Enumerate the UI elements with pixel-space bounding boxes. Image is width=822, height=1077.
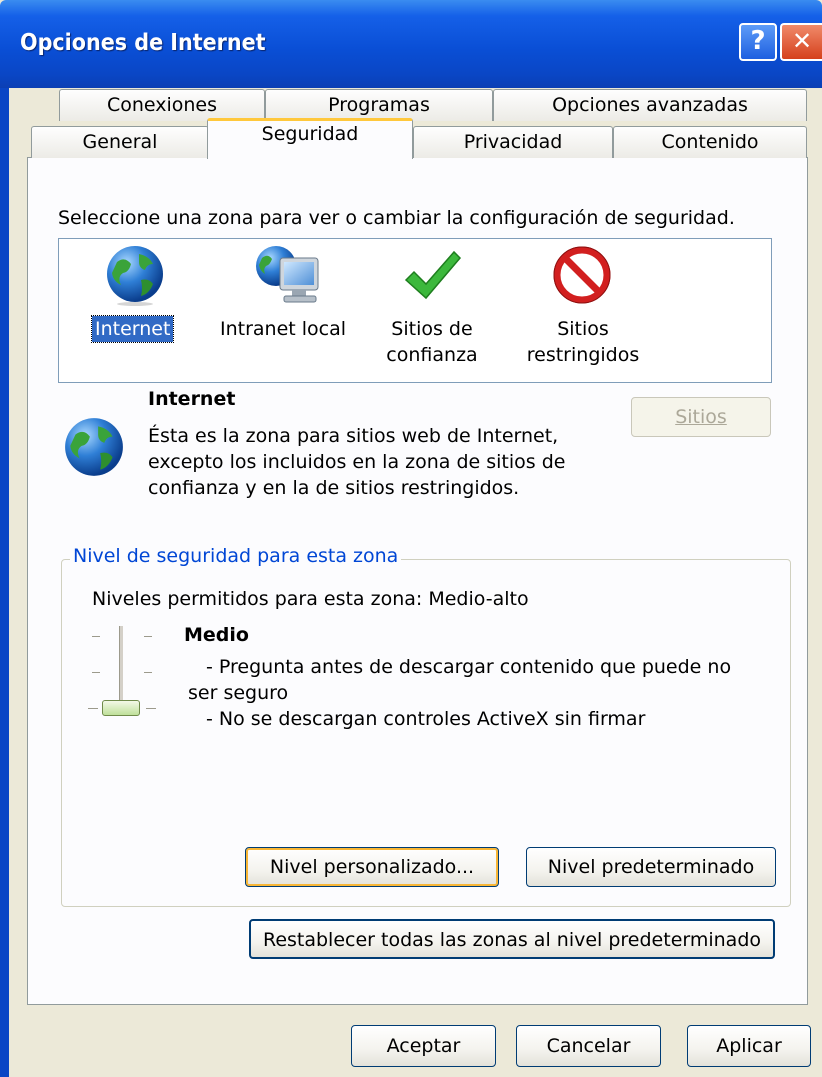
slider-thumb[interactable] [102,700,140,716]
level-bullet-2: - No se descargan controles ActiveX sin … [206,708,646,730]
apply-label: Aplicar [716,1035,782,1057]
zone-sitios-confianza[interactable]: Sitios de confianza [372,244,492,374]
help-button[interactable]: ? [739,23,777,61]
cancel-button[interactable]: Cancelar [516,1025,661,1067]
selected-zone-desc-1: Ésta es la zona para sitios web de Inter… [148,425,559,447]
zone-instruction: Seleccione una zona para ver o cambiar l… [58,207,735,229]
zone-label-restringidos-2: restringidos [526,344,640,366]
slider-tick [92,672,100,673]
zone-label-confianza-2: confianza [386,344,478,366]
default-level-label: Nivel predeterminado [547,856,755,878]
selected-zone-title: Internet [148,388,236,410]
apply-button[interactable]: Aplicar [687,1025,811,1067]
tab-label: Opciones avanzadas [552,94,748,116]
level-bullet-1a: - Pregunta antes de descargar contenido … [206,656,732,678]
reset-all-zones-label: Restablecer todas las zonas al nivel pre… [262,929,762,951]
window-border [0,88,9,1077]
selected-zone-desc-3: confianza y en la de sitios restringidos… [148,477,520,499]
selected-zone-desc-2: excepto los incluidos en la zona de siti… [148,451,566,473]
window-title: Opciones de Internet [20,30,266,56]
tab-opciones-avanzadas[interactable]: Opciones avanzadas [493,89,807,121]
intranet-icon [256,246,319,303]
checkmark-icon [404,250,462,300]
zone-label-intranet: Intranet local [220,318,347,340]
zone-label-restringidos-1: Sitios [557,318,609,340]
default-level-button[interactable]: Nivel predeterminado [526,847,776,887]
tab-programas[interactable]: Programas [265,89,493,121]
close-button[interactable]: ✕ [780,23,822,61]
zone-internet[interactable]: Internet [88,244,182,354]
slider-tick [144,636,152,637]
prohibited-icon [553,246,611,304]
slider-tick [88,708,98,709]
zone-label-confianza-1: Sitios de [391,318,473,340]
ok-label: Aceptar [386,1035,461,1057]
tab-label: General [82,131,158,153]
tab-label: Seguridad [261,123,359,145]
slider-tick [144,672,152,673]
zone-sitios-restringidos[interactable]: Sitios restringidos [513,244,653,374]
slider-tick [92,636,100,637]
zone-intranet-local[interactable]: Intranet local [214,244,364,354]
security-level-group-label: Nivel de seguridad para esta zona [70,545,402,567]
level-name: Medio [184,624,249,646]
tab-label: Contenido [661,131,759,153]
tab-label: Privacidad [463,131,563,153]
tab-label: Conexiones [106,94,218,116]
allowed-levels-text: Niveles permitidos para esta zona: Medio… [92,588,529,610]
tab-privacidad[interactable]: Privacidad [413,126,613,158]
tab-label: Programas [328,94,430,116]
ok-button[interactable]: Aceptar [351,1025,496,1067]
sites-button-label: Sitios [675,406,727,428]
globe-icon [107,246,163,306]
tab-contenido[interactable]: Contenido [613,126,807,158]
security-level-slider[interactable] [86,624,158,716]
tab-general[interactable]: General [31,126,209,158]
globe-icon [65,418,123,476]
custom-level-label: Nivel personalizado... [269,856,475,878]
cancel-label: Cancelar [546,1035,631,1057]
reset-all-zones-button[interactable]: Restablecer todas las zonas al nivel pre… [249,919,775,959]
level-bullet-1b: ser seguro [188,682,289,704]
sites-button[interactable]: Sitios [631,397,771,437]
custom-level-button[interactable]: Nivel personalizado... [245,847,499,887]
close-icon: ✕ [791,27,813,55]
zone-label-internet: Internet [90,315,175,343]
slider-tick [146,708,156,709]
tab-conexiones[interactable]: Conexiones [59,89,265,121]
tab-seguridad[interactable]: Seguridad [207,118,413,159]
